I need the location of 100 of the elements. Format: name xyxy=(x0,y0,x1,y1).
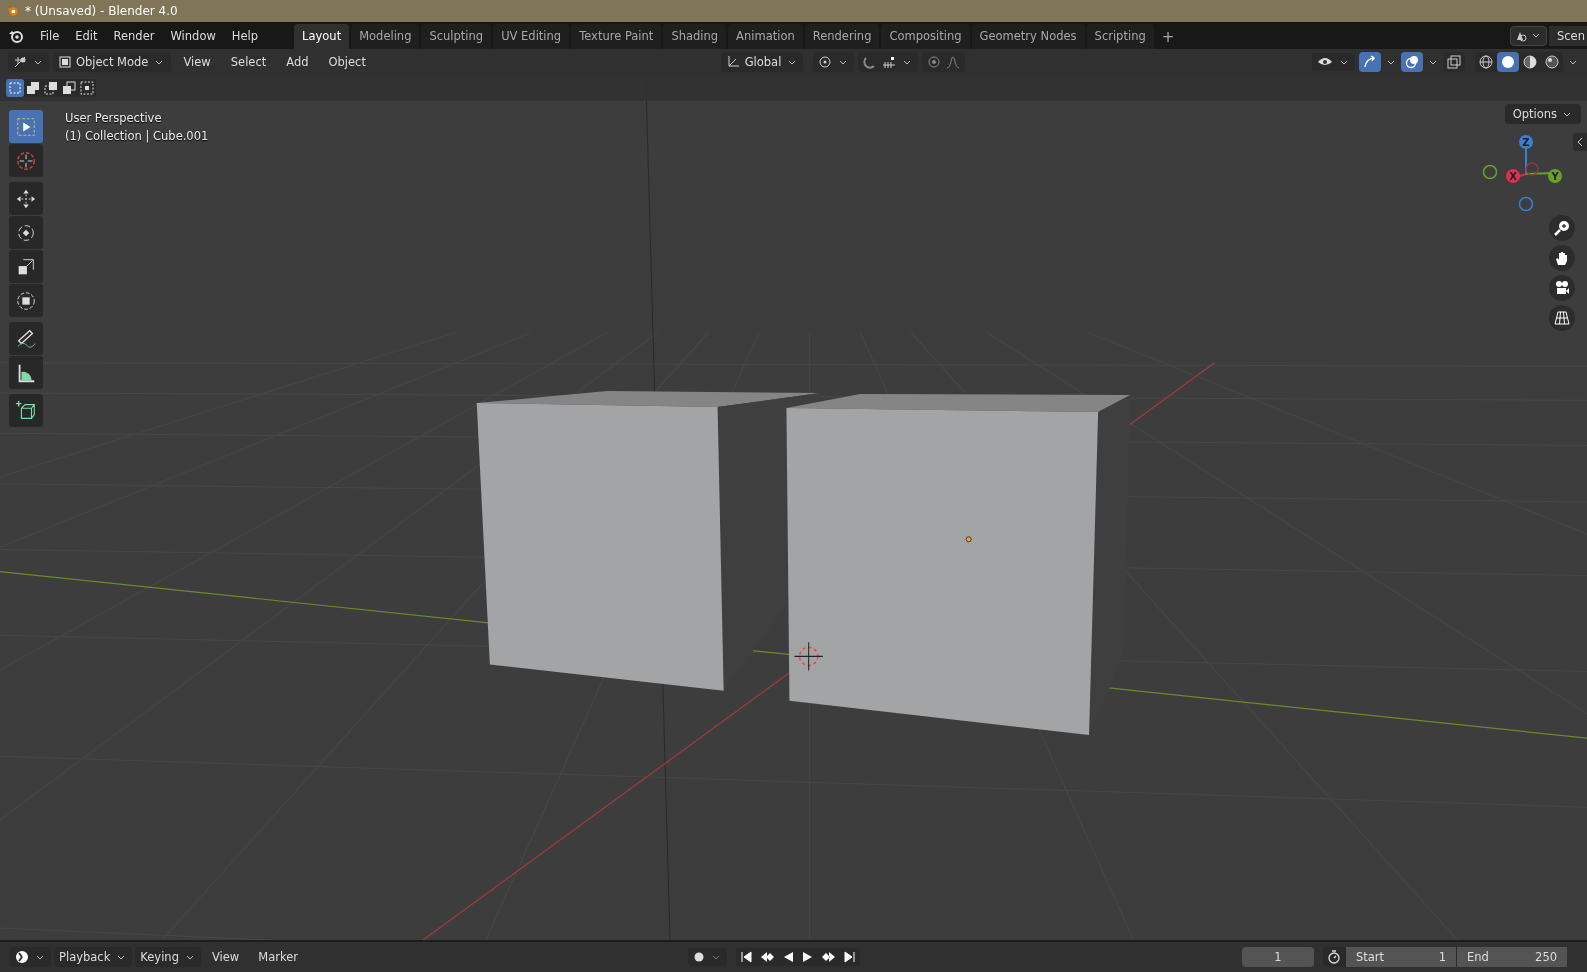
timeline-menu-item[interactable]: Playback xyxy=(54,947,133,967)
select-extend-icon xyxy=(26,81,40,95)
menu-item[interactable]: Window xyxy=(162,25,224,46)
transform-tool[interactable] xyxy=(9,284,43,317)
move-icon xyxy=(15,187,37,210)
hand-icon[interactable] xyxy=(1549,245,1575,271)
select-intersect-button[interactable] xyxy=(78,79,96,97)
axes-icon xyxy=(725,55,740,69)
select-intersect-icon xyxy=(80,81,94,95)
3d-cursor-icon xyxy=(794,641,824,671)
workspace-tab[interactable]: Animation xyxy=(728,24,803,49)
timeline-menu-item[interactable]: View xyxy=(203,947,248,967)
pivot-icon xyxy=(818,55,833,69)
header-menu-item[interactable]: Select xyxy=(222,52,275,72)
annotate-tool[interactable] xyxy=(9,322,43,355)
snap-increment-icon xyxy=(882,55,897,69)
select-subtract-icon xyxy=(44,81,58,95)
workspace-tab[interactable]: Layout xyxy=(294,24,350,49)
gizmo-toggle[interactable] xyxy=(1359,52,1381,72)
select-extend-button[interactable] xyxy=(24,79,42,97)
caret-icon[interactable] xyxy=(1429,59,1437,65)
solid-shading-button[interactable] xyxy=(1497,52,1519,72)
auto-keying-button[interactable] xyxy=(688,948,727,966)
menu-item[interactable]: Help xyxy=(223,25,267,46)
workspace-tab[interactable]: Shading xyxy=(663,24,727,49)
visibility-dropdown[interactable] xyxy=(1312,53,1355,71)
pivot-dropdown[interactable] xyxy=(813,52,855,72)
blender-logo-icon xyxy=(6,4,19,18)
menu-item[interactable]: File xyxy=(32,25,68,46)
grid-icon[interactable] xyxy=(1549,305,1575,331)
measure-tool[interactable] xyxy=(9,356,43,389)
workspace-tab[interactable]: Compositing xyxy=(881,24,970,49)
start-value: 1 xyxy=(1438,950,1446,964)
header-menu-item[interactable]: Add xyxy=(278,52,317,72)
mode-dropdown[interactable]: Object Mode xyxy=(53,52,172,72)
workspace-tab[interactable]: Texture Paint xyxy=(571,24,662,49)
workspace-tab[interactable]: Rendering xyxy=(804,24,880,49)
workspace-tab[interactable]: UV Editing xyxy=(493,24,570,49)
overlay-toggle[interactable] xyxy=(1401,52,1423,72)
sidebar-toggle-icon[interactable] xyxy=(1573,133,1587,151)
proportional-edit-icon xyxy=(927,55,942,69)
falloff-curve-icon xyxy=(946,55,961,69)
caret-icon xyxy=(155,59,164,65)
3d-viewport-icon xyxy=(13,55,27,69)
options-dropdown[interactable]: Options xyxy=(1504,104,1581,124)
workspace-tab[interactable]: Modeling xyxy=(351,24,420,49)
scene-selector[interactable] xyxy=(1510,25,1547,46)
clock-icon xyxy=(15,950,29,964)
workspace-tab[interactable]: Sculpting xyxy=(421,24,492,49)
caret-icon[interactable] xyxy=(1387,59,1395,65)
solid-sphere-icon xyxy=(1501,55,1515,69)
end-frame-field[interactable]: End 250 xyxy=(1457,947,1567,967)
select-tool[interactable] xyxy=(9,110,43,143)
start-label: Start xyxy=(1356,950,1385,964)
cursor-tool[interactable] xyxy=(9,144,43,177)
editor-type-dropdown[interactable] xyxy=(8,52,49,72)
header-menu-item[interactable]: View xyxy=(175,52,219,72)
workspace-tab[interactable]: Scripting xyxy=(1086,24,1154,49)
view-name-label: User Perspective xyxy=(65,110,163,127)
caret-icon xyxy=(903,59,912,65)
current-frame-field[interactable]: 1 xyxy=(1242,947,1314,967)
select-set-icon xyxy=(8,81,22,95)
x-axis-label: X xyxy=(1509,171,1517,182)
proportional-edit-dropdown[interactable] xyxy=(922,52,966,72)
navigation-gizmo-drawing[interactable] xyxy=(1482,135,1562,211)
caret-icon xyxy=(117,954,126,960)
object-origin-icon xyxy=(965,536,972,543)
snap-dropdown[interactable] xyxy=(858,52,919,72)
caret-icon xyxy=(34,59,42,65)
select-subtract-button[interactable] xyxy=(42,79,60,97)
rotate-tool[interactable] xyxy=(9,216,43,249)
material-sphere-icon xyxy=(1523,55,1537,69)
timeline-menu-item[interactable]: Marker xyxy=(250,947,306,967)
move-tool[interactable] xyxy=(9,182,43,215)
start-frame-field[interactable]: Start 1 xyxy=(1346,947,1456,967)
overlapping-circles-icon xyxy=(1405,55,1419,69)
rendered-sphere-icon xyxy=(1545,55,1559,69)
window-title: * (Unsaved) - Blender 4.0 xyxy=(25,4,178,18)
header-menu-item[interactable]: Object xyxy=(320,52,374,72)
scene-name-field[interactable]: Scen xyxy=(1549,25,1587,46)
select-invert-button[interactable] xyxy=(60,79,78,97)
caret-icon[interactable] xyxy=(1569,59,1577,65)
object-info-label: (1) Collection | Cube.001 xyxy=(65,128,209,145)
menu-item[interactable]: Render xyxy=(105,25,163,46)
editor-type-dropdown[interactable] xyxy=(10,947,51,967)
workspace-tab[interactable]: Geometry Nodes xyxy=(971,24,1085,49)
end-label: End xyxy=(1467,950,1489,964)
add-workspace-button[interactable]: + xyxy=(1155,25,1181,48)
orientation-dropdown[interactable]: Global xyxy=(720,52,804,72)
object-mode-icon xyxy=(59,56,71,68)
record-icon xyxy=(693,951,705,963)
cursor-icon xyxy=(15,149,37,172)
menu-item[interactable]: Edit xyxy=(67,25,106,46)
select-set-button[interactable] xyxy=(6,79,24,97)
timeline-menu-item[interactable]: Keying xyxy=(135,947,201,967)
zoom-icon[interactable] xyxy=(1549,215,1575,241)
scale-tool[interactable] xyxy=(9,250,43,283)
xray-toggle[interactable] xyxy=(1443,52,1465,72)
camera-icon[interactable] xyxy=(1549,275,1575,301)
add-cube-tool[interactable] xyxy=(9,394,43,427)
